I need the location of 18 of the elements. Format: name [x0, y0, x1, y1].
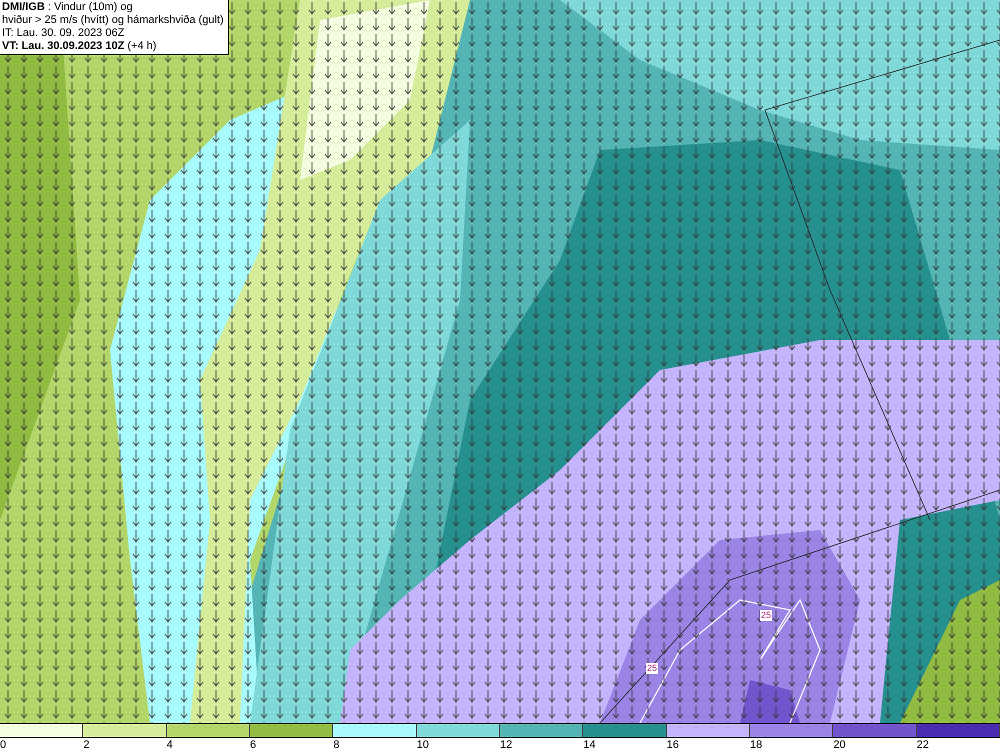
legend-tick-label: 2 — [83, 738, 90, 752]
legend-tick-label: 6 — [250, 738, 256, 752]
title-line: VT: Lau. 30.09.2023 10Z (+4 h) — [2, 40, 158, 53]
legend-tick-label: 16 — [666, 738, 679, 752]
legend-tick-label: 4 — [166, 738, 173, 752]
contour-label: 25 — [760, 610, 772, 621]
title-line: DMI/IGB : Vindur (10m) og — [2, 1, 134, 14]
contour-label: 25 — [646, 663, 658, 674]
legend-tick-label: 14 — [583, 738, 596, 752]
legend-tick-label: 20 — [833, 738, 846, 752]
legend-tick-label: 12 — [500, 738, 512, 752]
legend-tick-label: 0 — [0, 738, 6, 752]
legend-tick-label: 18 — [750, 738, 762, 752]
title-line: hviður > 25 m/s (hvítt) og hámarkshviða (gult) — [2, 14, 224, 27]
legend-tick-label: 8 — [333, 738, 340, 752]
title-line: IT: Lau. 30. 09. 2023 06Z — [2, 27, 126, 40]
legend-tick-label: 10 — [416, 738, 429, 752]
legend-tick-label: 22 — [916, 738, 929, 752]
